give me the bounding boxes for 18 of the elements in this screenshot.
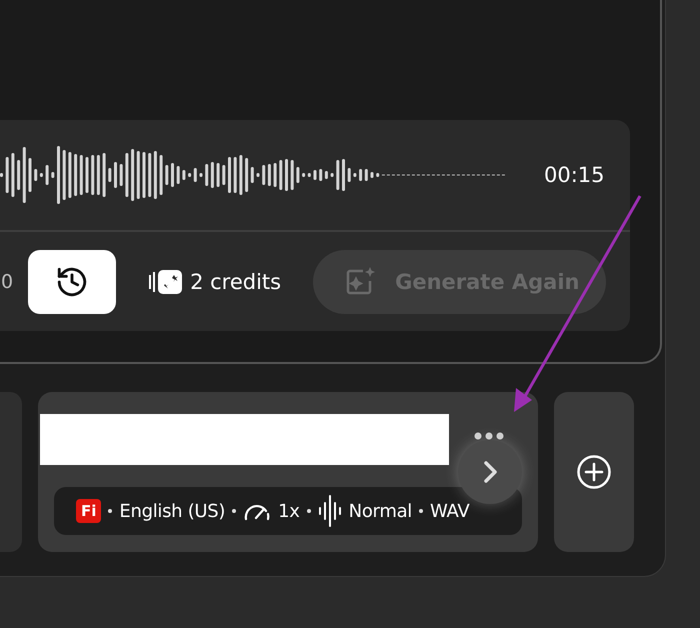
add-button[interactable] bbox=[554, 392, 634, 552]
credits-icon bbox=[148, 268, 184, 294]
plus-circle-icon bbox=[576, 454, 612, 490]
setting-text: Normal bbox=[348, 500, 412, 522]
separator-dot bbox=[108, 509, 112, 513]
history-button[interactable] bbox=[28, 250, 116, 314]
setting-text: WAV bbox=[430, 500, 470, 522]
separator-dot bbox=[232, 509, 236, 513]
duration-text: 00:15 bbox=[544, 163, 605, 187]
voice-badge: Fi bbox=[76, 499, 102, 523]
setting-text: 1x bbox=[278, 500, 300, 522]
separator-dot bbox=[306, 509, 311, 513]
credits-text: 2 credits bbox=[190, 270, 282, 294]
setting-text: English (US) bbox=[119, 500, 226, 522]
waveform-icon bbox=[318, 494, 342, 528]
more-icon bbox=[474, 432, 504, 440]
separator-dot bbox=[419, 509, 423, 513]
counter-text: 0 bbox=[1, 270, 14, 292]
